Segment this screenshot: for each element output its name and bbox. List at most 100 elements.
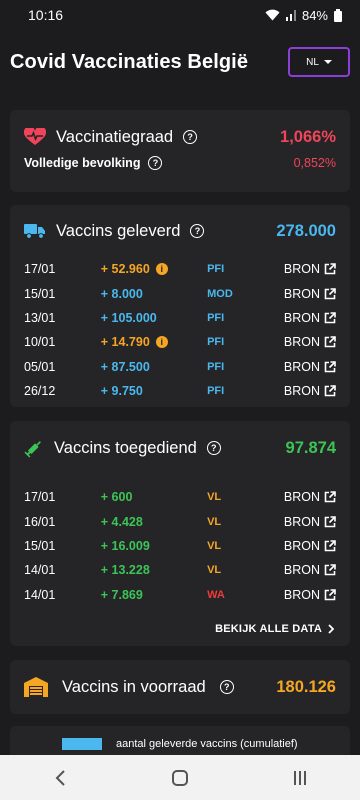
external-link-icon: [324, 385, 336, 397]
list-item: 05/01 + 87.500 PFI BRON: [24, 355, 336, 379]
row-date: 17/01: [24, 262, 56, 277]
vaccinatiegraad-value: 1,066%: [280, 127, 336, 146]
truck-icon: [24, 224, 45, 239]
chevron-down-icon: [323, 60, 332, 64]
battery-percent: 84%: [301, 7, 328, 23]
help-icon[interactable]: ?: [219, 680, 234, 694]
row-amount-value: + 8.000: [100, 286, 143, 301]
bron-link[interactable]: BRON: [284, 539, 336, 553]
bron-link[interactable]: BRON: [284, 384, 336, 398]
row-amount-value: + 4.428: [100, 514, 143, 529]
help-icon[interactable]: ?: [148, 156, 163, 170]
external-link-icon: [324, 564, 336, 576]
view-all-data-link[interactable]: BEKIJK ALLE DATA: [215, 623, 334, 635]
row-date: 13/01: [24, 310, 56, 325]
app-header: Covid Vaccinaties België NL: [0, 30, 360, 94]
row-date: 10/01: [24, 335, 56, 350]
bron-label: BRON: [283, 538, 320, 553]
bron-link[interactable]: BRON: [284, 335, 336, 349]
external-link-icon: [324, 312, 336, 324]
external-link-icon: [324, 287, 336, 299]
bron-link[interactable]: BRON: [284, 588, 336, 602]
row-date: 14/01: [24, 587, 56, 602]
geleverd-title: Vaccins geleverd: [56, 221, 181, 240]
list-item: 16/01 + 4.428 VL BRON: [24, 509, 336, 533]
toegediend-list: 17/01 + 600 VL BRON 16/01 + 4.428 VL BRON 15/01 +…: [24, 485, 336, 607]
row-amount-value: + 600: [100, 490, 133, 505]
row-amount-value: + 16.009: [100, 538, 150, 553]
bron-label: BRON: [283, 359, 320, 374]
language-label: NL: [306, 56, 319, 68]
row-source: PFI: [207, 263, 225, 276]
row-source: WA: [207, 588, 225, 601]
row-amount: + 14.790 i: [101, 335, 207, 349]
bron-link[interactable]: BRON: [284, 262, 336, 276]
row-date: 17/01: [24, 490, 56, 505]
legend-label: aantal geleverde vaccins (cumulatief): [116, 738, 298, 750]
toegediend-card: Vaccins toegediend ? 97.874 17/01 + 600 VL…: [10, 421, 350, 646]
bron-link[interactable]: BRON: [284, 563, 336, 577]
vaccinatiegraad-card: Vaccinatiegraad ? 1,066% Volledige bevol…: [10, 110, 350, 192]
row-amount: + 13.228: [101, 563, 207, 577]
bron-label: BRON: [283, 286, 320, 301]
view-all-data-label: BEKIJK ALLE DATA: [215, 622, 322, 635]
bron-label: BRON: [283, 490, 320, 505]
back-button[interactable]: [40, 758, 80, 798]
bron-link[interactable]: BRON: [284, 287, 336, 301]
bron-link[interactable]: BRON: [284, 360, 336, 374]
external-link-icon: [324, 588, 336, 601]
vaccinatiegraad-title: Vaccinatiegraad: [56, 127, 174, 146]
help-icon[interactable]: ?: [190, 224, 205, 238]
home-button[interactable]: [160, 758, 200, 798]
bron-link[interactable]: BRON: [284, 311, 336, 325]
recent-apps-icon: [294, 770, 306, 785]
row-amount-value: + 9.750: [100, 384, 143, 399]
row-date: 15/01: [24, 286, 56, 301]
voorraad-title: Vaccins in voorraad: [62, 677, 206, 696]
row-source: PFI: [207, 336, 225, 349]
toegediend-title: Vaccins toegediend: [54, 438, 197, 457]
list-item: 14/01 + 13.228 VL BRON: [24, 558, 336, 582]
language-selector[interactable]: NL: [288, 47, 350, 77]
row-source: PFI: [207, 311, 225, 324]
list-item: 14/01 + 7.869 WA BRON: [24, 583, 336, 607]
row-amount: + 16.009: [101, 539, 207, 553]
bron-label: BRON: [283, 563, 320, 578]
row-amount-value: + 105.000: [100, 310, 157, 325]
row-source: PFI: [207, 360, 225, 373]
list-item: 26/12 + 9.750 PFI BRON: [24, 379, 336, 403]
info-icon[interactable]: i: [155, 263, 168, 276]
row-source: VL: [207, 491, 222, 504]
chevron-right-icon: [328, 624, 334, 634]
external-link-icon: [324, 263, 336, 275]
row-date: 16/01: [24, 514, 56, 529]
list-item: 15/01 + 16.009 VL BRON: [24, 534, 336, 558]
bron-label: BRON: [283, 335, 320, 350]
bron-link[interactable]: BRON: [284, 515, 336, 529]
bron-link[interactable]: BRON: [284, 490, 336, 504]
help-icon[interactable]: ?: [206, 441, 221, 455]
row-amount-value: + 13.228: [100, 563, 150, 578]
external-link-icon: [324, 515, 336, 527]
row-source: PFI: [207, 385, 225, 398]
heartbeat-icon: [24, 128, 46, 145]
page-title: Covid Vaccinaties België: [10, 50, 249, 73]
help-icon[interactable]: ?: [183, 130, 198, 144]
geleverd-list: 17/01 + 52.960 i PFI BRON 15/01 + 8.000 MOD BRON…: [24, 257, 336, 403]
row-amount-value: + 87.500: [100, 359, 150, 374]
volledige-bevolking-value: 0,852%: [293, 156, 336, 170]
info-icon[interactable]: i: [155, 336, 168, 349]
row-source: VL: [207, 564, 222, 577]
row-date: 26/12: [24, 384, 56, 399]
legend-swatch: [62, 738, 102, 750]
status-time: 10:16: [28, 7, 64, 23]
row-amount: + 4.428: [101, 515, 207, 529]
row-amount-value: + 14.790: [100, 335, 150, 350]
row-date: 05/01: [24, 359, 56, 374]
syringe-icon: [24, 441, 41, 458]
row-amount: + 52.960 i: [101, 262, 207, 276]
bron-label: BRON: [283, 514, 320, 529]
recent-apps-button[interactable]: [280, 758, 320, 798]
wifi-icon: [265, 9, 280, 21]
bron-label: BRON: [283, 587, 320, 602]
